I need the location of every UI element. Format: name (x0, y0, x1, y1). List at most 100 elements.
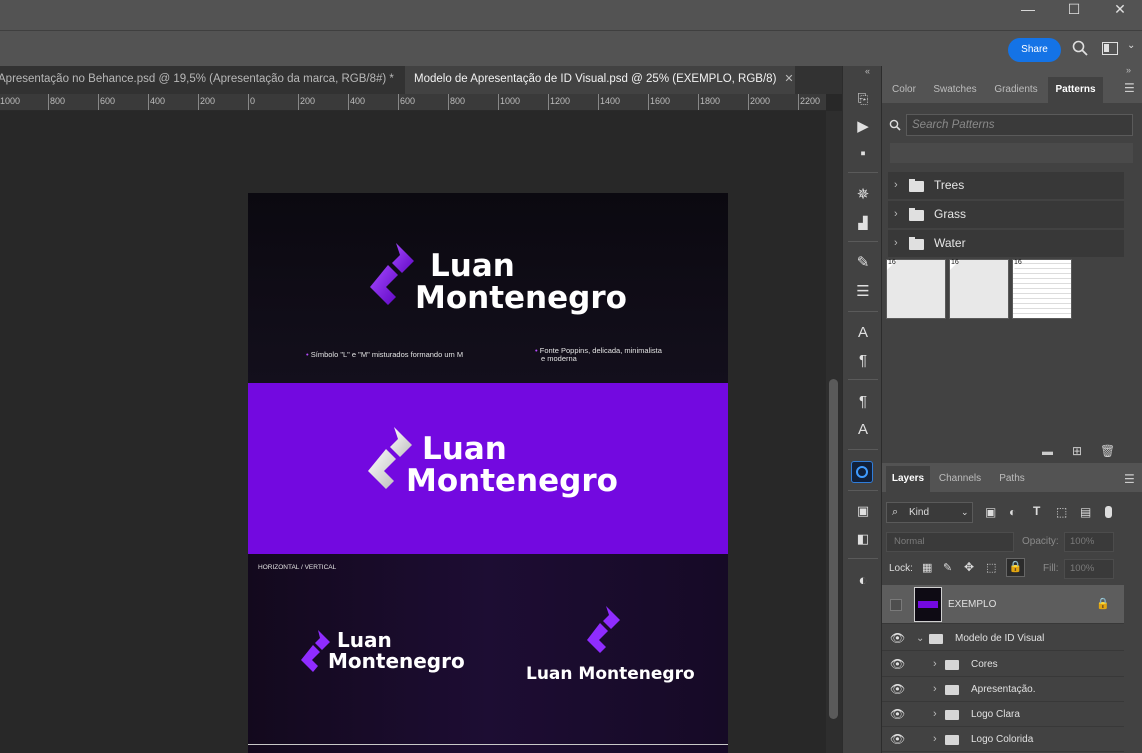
color-picker-icon[interactable] (851, 461, 873, 483)
lock-all-icon[interactable]: 🔒 (1006, 558, 1025, 577)
tab-swatches[interactable]: Swatches (926, 77, 984, 103)
ruler-label: 1600 (650, 96, 671, 106)
layer-row-cores[interactable]: 👁 › Cores (882, 652, 1124, 677)
play-actions-icon[interactable]: ▶ (851, 116, 875, 138)
pattern-swatch[interactable]: 16 (949, 259, 1009, 319)
pattern-folder-grass[interactable]: › Grass (888, 201, 1124, 228)
visibility-toggle[interactable] (890, 599, 902, 611)
fill-input[interactable]: 100% (1064, 559, 1114, 579)
layer-name: Modelo de ID Visual (955, 633, 1045, 644)
collapse-panels-icon[interactable]: « (865, 66, 870, 76)
minimize-button[interactable]: — (1005, 0, 1051, 30)
chevron-right-icon[interactable]: › (933, 702, 937, 727)
lock-position-icon[interactable]: ✥ (964, 560, 974, 574)
filter-adjustment-icon[interactable]: ◐ (1009, 505, 1016, 519)
adjustments-sliders-icon[interactable]: ☰ (851, 281, 875, 303)
tab-behance-document[interactable]: Apresentação no Behance.psd @ 19,5% (Apr… (0, 66, 402, 94)
layer-name: Cores (971, 659, 998, 670)
folder-icon (945, 710, 959, 720)
pattern-swatch[interactable]: 16 (886, 259, 946, 319)
layer-name: Logo Colorida (971, 734, 1034, 745)
close-tab-icon[interactable]: ✕ (784, 73, 793, 85)
filter-type-icon[interactable]: T (1033, 504, 1040, 518)
eye-icon[interactable]: 👁 (890, 626, 905, 651)
note-font-text-2: e moderna (541, 354, 577, 363)
new-folder-icon[interactable]: ▬ (1042, 446, 1053, 458)
character-styles-icon[interactable]: A (851, 419, 875, 441)
histogram-icon[interactable]: ▟ (851, 212, 875, 234)
ruler-label: 1000 (500, 96, 521, 106)
folder-label: Grass (934, 207, 967, 221)
layer-name: Logo Clara (971, 709, 1020, 720)
blend-mode-value: Normal (894, 536, 925, 547)
layer-row-exemplo[interactable]: EXEMPLO 🔒 (882, 585, 1124, 624)
tab-channels[interactable]: Channels (932, 466, 988, 492)
eye-icon[interactable]: 👁 (890, 702, 905, 727)
trash-icon[interactable]: 🗑 (1100, 444, 1115, 458)
close-window-button[interactable]: ✕ (1097, 0, 1142, 30)
ruler-label: 2200 (800, 96, 821, 106)
logo-horizontal-line1: Luan (337, 628, 392, 652)
lock-artboard-icon[interactable]: ⬚ (986, 561, 996, 574)
expand-panels-icon[interactable]: » (1126, 65, 1131, 75)
comments-icon[interactable]: ▪ (851, 143, 875, 165)
ruler-label: 800 (450, 96, 466, 106)
maximize-button[interactable]: ☐ (1051, 0, 1097, 30)
filter-toggle-icon[interactable] (1105, 506, 1112, 518)
paragraph-icon[interactable]: ¶ (851, 350, 875, 372)
navigator-icon[interactable]: ✵ (851, 184, 875, 206)
artboard-exemplo[interactable]: Luan Montenegro • Símbolo "L" e "M" mist… (248, 193, 728, 753)
layer-row-logo-clara[interactable]: 👁 › Logo Clara (882, 702, 1124, 727)
adjustments-icon[interactable]: ◐ (851, 570, 875, 592)
lock-icon: 🔒 (1096, 598, 1110, 610)
chevron-right-icon[interactable]: › (933, 727, 937, 752)
chevron-right-icon[interactable]: › (933, 652, 937, 677)
history-icon[interactable]: ⎘ (851, 88, 875, 110)
tab-layers[interactable]: Layers (886, 466, 930, 492)
scrollbar-thumb[interactable] (829, 379, 838, 719)
paragraph-styles-icon[interactable]: ¶ (851, 391, 875, 413)
ruler-label: 800 (50, 96, 66, 106)
tab-patterns[interactable]: Patterns (1048, 77, 1103, 103)
ruler-label: 2000 (750, 96, 771, 106)
libraries-icon[interactable]: ▣ (851, 500, 875, 522)
pattern-folder-water[interactable]: › Water (888, 230, 1124, 257)
eye-icon[interactable]: 👁 (890, 652, 905, 677)
new-pattern-icon[interactable]: ⊞ (1072, 444, 1082, 458)
panel-menu-icon[interactable]: ☰ (1124, 472, 1135, 486)
ruler-label: 600 (400, 96, 416, 106)
filter-kind-select[interactable]: Kind ⌕ ⌄ (886, 502, 973, 523)
pattern-folder-trees[interactable]: › Trees (888, 172, 1124, 199)
chevron-down-icon[interactable]: ⌄ (916, 626, 924, 651)
share-button[interactable]: Share (1008, 38, 1061, 62)
search-patterns-input[interactable]: Search Patterns (906, 114, 1133, 136)
character-icon[interactable]: A (851, 322, 875, 344)
chevron-down-icon[interactable]: ⌄ (1127, 40, 1135, 51)
tab-id-visual-document[interactable]: Modelo de Apresentação de ID Visual.psd … (405, 66, 795, 94)
pattern-swatch[interactable]: 16 (1012, 259, 1072, 319)
eye-icon[interactable]: 👁 (890, 677, 905, 702)
layer-row-apresentacao[interactable]: 👁 › Apresentação. (882, 677, 1124, 702)
layer-row-logo-colorida[interactable]: 👁 › Logo Colorida (882, 727, 1124, 752)
vertical-scrollbar[interactable] (826, 111, 842, 753)
filter-shape-icon[interactable]: ⬚ (1056, 505, 1067, 519)
search-icon[interactable] (1072, 40, 1088, 56)
blend-mode-select[interactable]: Normal (886, 532, 1014, 552)
lock-transparency-icon[interactable]: ▦ (922, 561, 932, 574)
opacity-input[interactable]: 100% (1064, 532, 1114, 552)
folder-icon (945, 685, 959, 695)
chevron-right-icon[interactable]: › (933, 677, 937, 702)
brush-settings-icon[interactable]: ✎ (851, 252, 875, 274)
properties-icon[interactable]: ◧ (851, 528, 875, 550)
ruler-label: 400 (350, 96, 366, 106)
tab-paths[interactable]: Paths (990, 466, 1034, 492)
filter-smartobject-icon[interactable]: ▤ (1080, 505, 1091, 519)
eye-icon[interactable]: 👁 (890, 727, 905, 752)
panel-menu-icon[interactable]: ☰ (1124, 81, 1135, 95)
lock-pixels-icon[interactable]: ✎ (943, 561, 952, 574)
filter-pixel-icon[interactable]: ▣ (985, 505, 996, 519)
workspace-icon[interactable] (1102, 42, 1118, 55)
tab-color[interactable]: Color (882, 77, 926, 103)
tab-gradients[interactable]: Gradients (984, 77, 1048, 103)
layer-row-modelo-id-visual[interactable]: 👁 ⌄ Modelo de ID Visual (882, 626, 1124, 651)
